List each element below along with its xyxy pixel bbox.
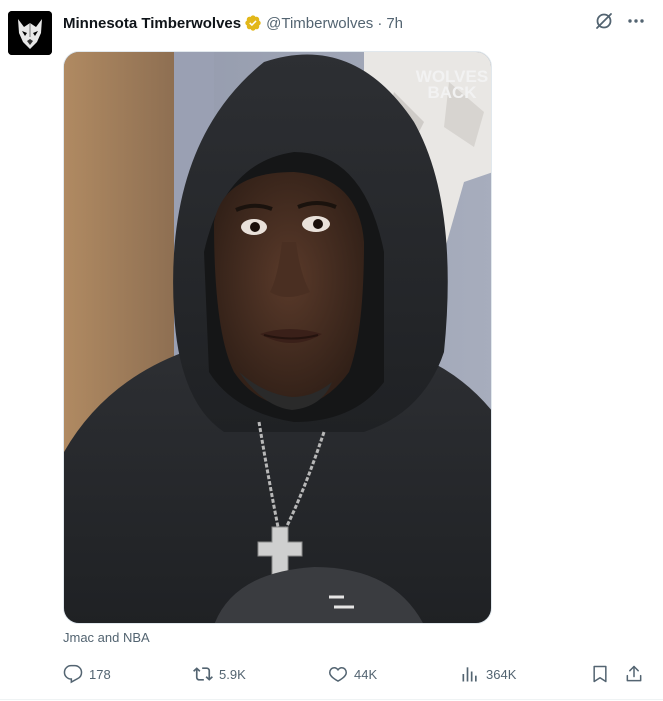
avatar[interactable]	[8, 11, 52, 55]
tweet-media-image[interactable]: WOLVES BACK	[63, 51, 492, 624]
reply-count: 178	[89, 666, 111, 682]
wolf-logo-icon	[8, 11, 52, 55]
share-button[interactable]	[624, 660, 644, 688]
grok-icon[interactable]	[593, 10, 615, 32]
like-icon	[328, 664, 348, 684]
share-icon	[624, 664, 644, 684]
separator-dot: ·	[377, 14, 383, 32]
action-bar: 178 5.9K 44K 364K	[63, 660, 647, 688]
views-count: 364K	[486, 666, 517, 682]
top-actions	[593, 10, 647, 32]
tweet-header: Minnesota Timberwolves @Timberwolves · 7…	[63, 12, 403, 34]
media-overlay-text-2: BACK	[427, 83, 477, 102]
like-count: 44K	[354, 666, 378, 682]
repost-count: 5.9K	[219, 666, 246, 682]
repost-button[interactable]: 5.9K	[193, 660, 246, 688]
tweet[interactable]: Minnesota Timberwolves @Timberwolves · 7…	[0, 0, 663, 701]
views-button[interactable]: 364K	[460, 660, 516, 688]
bookmark-button[interactable]	[590, 660, 610, 688]
reply-button[interactable]: 178	[63, 660, 111, 688]
tweet-divider	[0, 699, 663, 700]
author-name[interactable]: Minnesota Timberwolves	[63, 15, 241, 32]
repost-icon	[193, 664, 213, 684]
views-icon	[460, 664, 480, 684]
timestamp[interactable]: 7h	[386, 15, 403, 32]
author-handle[interactable]: @Timberwolves	[266, 15, 373, 32]
media-caption: Jmac and NBA	[63, 630, 150, 645]
verified-badge-icon	[244, 14, 262, 32]
bookmark-icon	[590, 664, 610, 684]
photo-person-in-hoodie: WOLVES BACK	[64, 52, 491, 623]
more-icon[interactable]	[625, 10, 647, 32]
like-button[interactable]: 44K	[328, 660, 377, 688]
reply-icon	[63, 664, 83, 684]
